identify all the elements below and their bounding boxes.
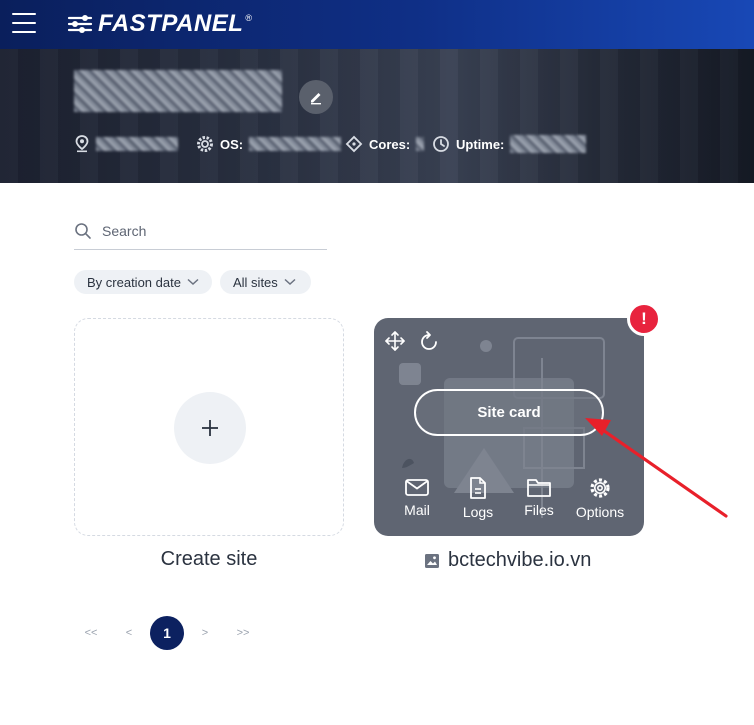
search-input[interactable]: [102, 222, 312, 239]
server-os: OS:: [196, 135, 342, 153]
move-icon[interactable]: [384, 330, 406, 352]
site-card: Site card Mail Logs Files Options: [374, 318, 644, 536]
server-cores: Cores:: [345, 135, 425, 153]
server-uptime: Uptime:: [432, 135, 587, 153]
refresh-icon[interactable]: [417, 330, 441, 354]
files-action[interactable]: Files: [509, 476, 569, 518]
cores-label: Cores:: [369, 136, 411, 152]
site-domain-text: bctechvibe.io.vn: [448, 549, 592, 571]
server-header: OS: Cores: Uptime:: [0, 49, 754, 183]
logs-icon: [470, 477, 486, 499]
mail-label: Mail: [404, 502, 430, 518]
mail-action[interactable]: Mail: [387, 476, 447, 518]
pencil-icon: [311, 93, 321, 105]
os-gear-icon: [197, 136, 213, 152]
os-value-redacted: [249, 137, 342, 151]
diamond-icon: [345, 135, 363, 153]
uptime-value-redacted: [510, 135, 587, 153]
logo-sliders-icon: [67, 15, 93, 33]
image-icon: [425, 553, 439, 568]
site-alert-badge[interactable]: !: [627, 302, 661, 336]
edit-server-button[interactable]: [299, 80, 333, 114]
search-icon: [75, 222, 91, 239]
page-1-button[interactable]: 1: [150, 616, 184, 650]
sort-dropdown[interactable]: By creation date: [74, 270, 212, 294]
folder-icon: [527, 479, 551, 497]
fastpanel-logo[interactable]: FASTPANEL ®: [66, 10, 253, 37]
brand-name: FASTPANEL: [98, 10, 244, 37]
first-page-button[interactable]: <<: [78, 616, 104, 650]
mail-icon: [405, 479, 429, 496]
scope-dropdown[interactable]: All sites: [220, 270, 311, 294]
options-action[interactable]: Options: [570, 476, 630, 520]
location-value-redacted: [96, 137, 178, 151]
last-page-button[interactable]: >>: [230, 616, 256, 650]
plus-icon: [202, 420, 218, 436]
cores-value-redacted: [416, 137, 425, 151]
prev-page-button[interactable]: <: [118, 616, 140, 650]
server-name-redacted: [74, 70, 282, 112]
next-page-button[interactable]: >: [194, 616, 216, 650]
uptime-label: Uptime:: [456, 136, 505, 152]
scope-label: All sites: [233, 274, 278, 290]
os-label: OS:: [220, 136, 244, 152]
menu-icon[interactable]: [12, 13, 36, 33]
server-location: [74, 135, 178, 153]
create-site-card[interactable]: [74, 318, 344, 536]
top-bar: FASTPANEL ®: [0, 0, 754, 49]
location-pin-icon: [75, 135, 89, 153]
gear-icon: [590, 478, 610, 498]
site-card-button[interactable]: Site card: [414, 389, 604, 436]
server-info-row: OS: Cores: Uptime:: [0, 135, 754, 155]
chevron-down-icon: [187, 278, 199, 286]
sort-label: By creation date: [87, 274, 181, 290]
logs-label: Logs: [462, 504, 494, 520]
registered-mark: ®: [245, 13, 253, 23]
search-box: [74, 212, 327, 250]
clock-icon: [433, 136, 449, 152]
files-label: Files: [524, 502, 554, 518]
site-domain[interactable]: bctechvibe.io.vn: [424, 549, 591, 572]
add-site-button[interactable]: [174, 392, 246, 464]
chevron-down-icon: [284, 278, 296, 286]
logs-action[interactable]: Logs: [448, 476, 508, 520]
options-label: Options: [575, 504, 625, 520]
create-site-label[interactable]: Create site: [74, 548, 344, 571]
